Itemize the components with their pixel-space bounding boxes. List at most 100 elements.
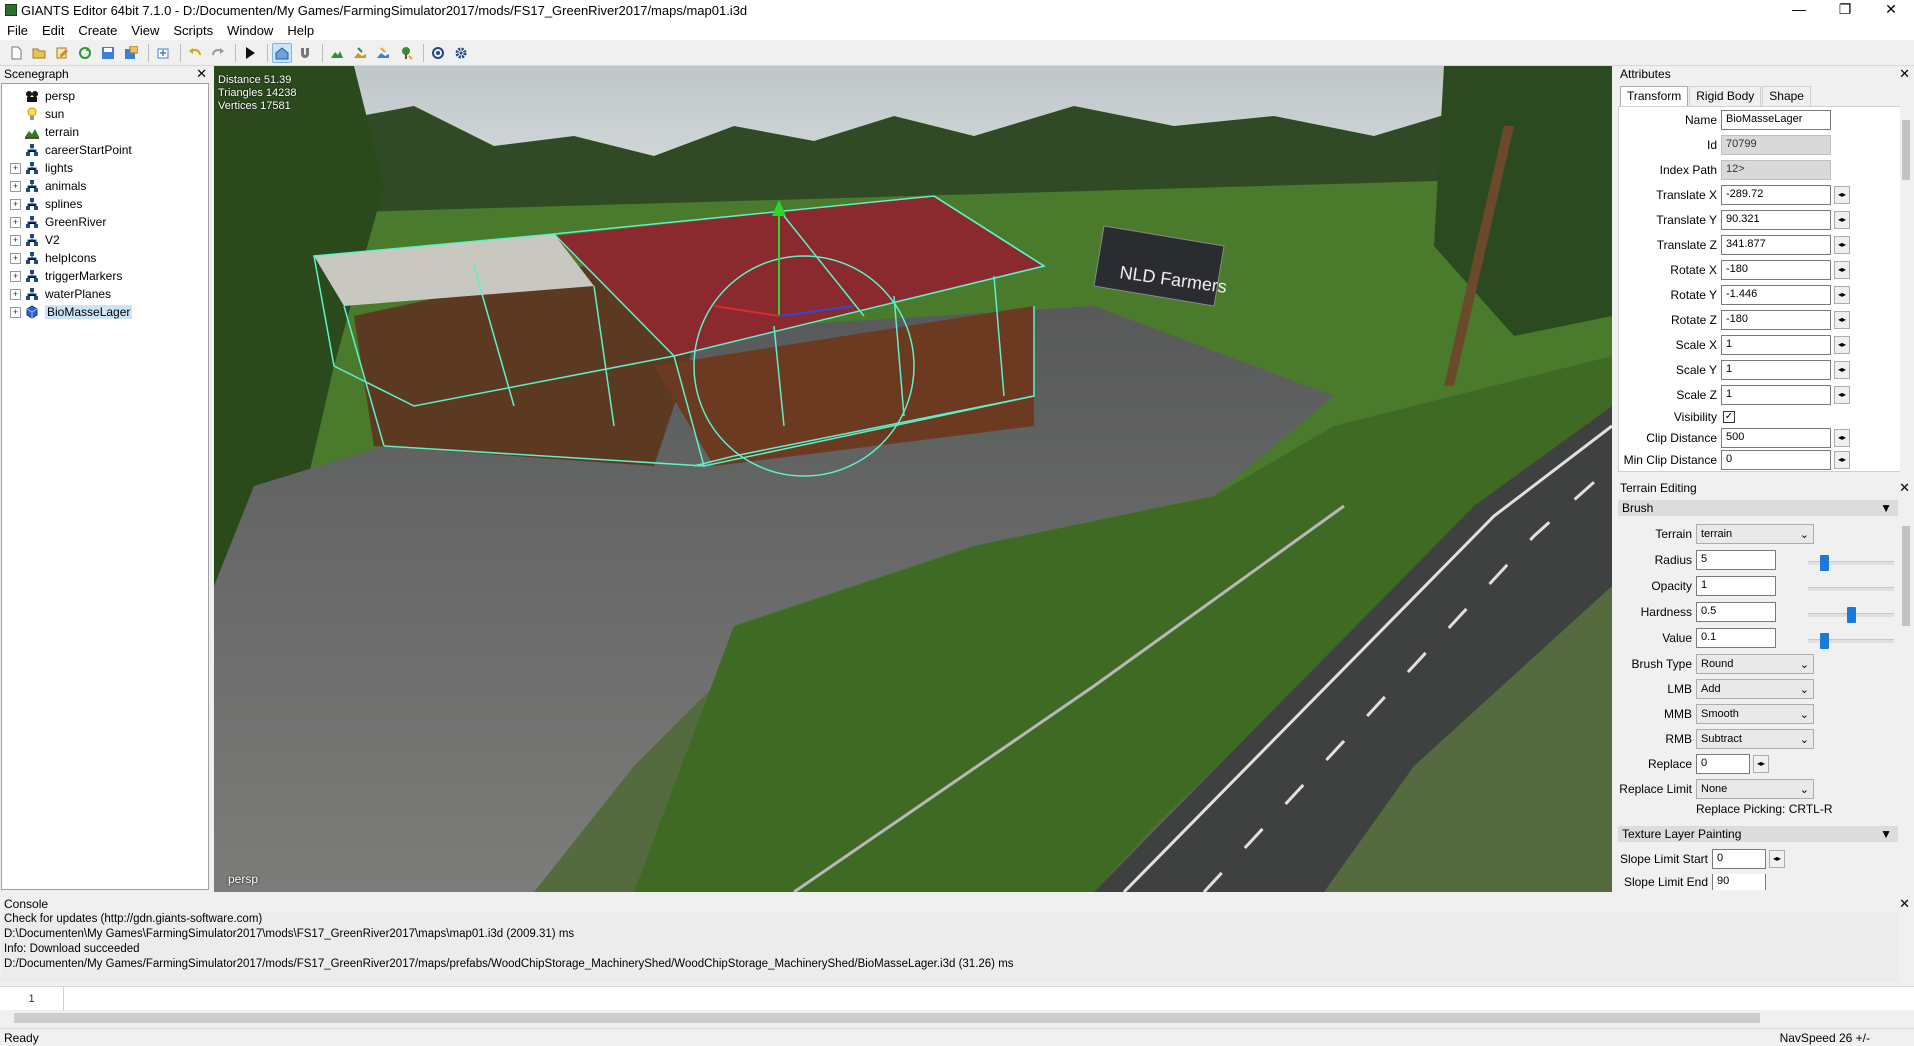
slope-limit-start-spinner[interactable]: ◂▸ [1769,850,1785,868]
menu-edit[interactable]: Edit [35,23,71,38]
translate-z-spinner[interactable]: ◂▸ [1834,236,1850,254]
translate-x-field[interactable]: -289.72 [1721,185,1831,205]
texture-section-header[interactable]: Texture Layer Painting ▼ [1618,826,1898,842]
expand-icon[interactable]: + [10,180,21,192]
value-field[interactable]: 0.1 [1696,628,1776,648]
rotate-x-spinner[interactable]: ◂▸ [1834,261,1850,279]
terrain-editing-close-button[interactable]: ✕ [1899,481,1910,494]
mmb-select[interactable]: Smooth ⌄ [1696,704,1814,724]
menu-file[interactable]: File [0,23,35,38]
expand-icon[interactable]: + [10,162,21,174]
scale-x-spinner[interactable]: ◂▸ [1834,336,1850,354]
menu-view[interactable]: View [124,23,166,38]
expand-icon[interactable]: + [10,270,21,282]
save-button[interactable] [98,43,118,63]
move-mode-button[interactable] [295,43,315,63]
visibility-checkbox[interactable]: ✓ [1723,411,1735,423]
save-as-button[interactable] [121,43,141,63]
new-file-button[interactable] [6,43,26,63]
tree-item-persp[interactable]: persp [10,87,75,105]
tab-shape[interactable]: Shape [1762,86,1811,106]
expand-icon[interactable]: + [10,234,21,246]
translate-y-field[interactable]: 90.321 [1721,210,1831,230]
radius-slider-handle[interactable] [1820,555,1829,571]
radius-field[interactable]: 5 [1696,550,1776,570]
slope-limit-end-field[interactable]: 90 [1712,874,1766,890]
console-scroll-thumb[interactable] [14,1013,1760,1023]
opacity-field[interactable]: 1 [1696,576,1776,596]
menu-help[interactable]: Help [280,23,321,38]
menu-scripts[interactable]: Scripts [166,23,220,38]
name-field[interactable]: BioMasseLager [1721,110,1831,130]
tree-item-helpicons[interactable]: + helpIcons [10,249,96,267]
terrain-scroll-thumb[interactable] [1902,526,1910,626]
edit-file-button[interactable] [52,43,72,63]
translate-x-spinner[interactable]: ◂▸ [1834,186,1850,204]
minimize-button[interactable]: — [1776,0,1822,20]
value-slider-handle[interactable] [1820,633,1829,649]
tree-item-splines[interactable]: + splines [10,195,82,213]
redo-button[interactable] [208,43,228,63]
tree-item-lights[interactable]: + lights [10,159,73,177]
expand-icon[interactable]: + [10,306,21,318]
translate-z-field[interactable]: 341.877 [1721,235,1831,255]
menu-window[interactable]: Window [220,23,280,38]
tree-item-sun[interactable]: sun [10,105,64,123]
scale-z-spinner[interactable]: ◂▸ [1834,386,1850,404]
close-button[interactable]: ✕ [1868,0,1914,20]
terrain-sculpt-button[interactable] [327,43,347,63]
hardness-field[interactable]: 0.5 [1696,602,1776,622]
rotate-y-spinner[interactable]: ◂▸ [1834,286,1850,304]
min-clip-distance-field[interactable]: 0 [1721,450,1831,470]
slope-limit-start-field[interactable]: 0 [1712,849,1766,869]
replace-spinner[interactable]: ◂▸ [1753,755,1769,773]
radius-slider[interactable] [1808,555,1894,571]
refresh-button[interactable] [75,43,95,63]
opacity-slider[interactable] [1808,587,1894,591]
settings-button[interactable] [451,43,471,63]
expand-icon[interactable]: + [10,216,21,228]
navigate-button[interactable] [428,43,448,63]
replace-field[interactable]: 0 [1696,754,1750,774]
scenegraph-tree[interactable]: persp sun terrain careerStartPoint + lig… [1,83,209,890]
scale-y-spinner[interactable]: ◂▸ [1834,361,1850,379]
tree-item-animals[interactable]: + animals [10,177,86,195]
hardness-slider[interactable] [1808,607,1894,623]
expand-icon[interactable]: + [10,252,21,264]
min-clip-distance-spinner[interactable]: ◂▸ [1834,451,1850,469]
clip-distance-spinner[interactable]: ◂▸ [1834,429,1850,447]
tree-item-triggermarkers[interactable]: + triggerMarkers [10,267,122,285]
attributes-scroll-thumb[interactable] [1902,120,1910,180]
value-slider[interactable] [1808,633,1894,649]
undo-button[interactable] [185,43,205,63]
terrain-editing-scrollbar[interactable] [1900,516,1912,888]
scale-x-field[interactable]: 1 [1721,335,1831,355]
menu-create[interactable]: Create [71,23,124,38]
tree-item-terrain[interactable]: terrain [10,123,79,141]
tab-rigid-body[interactable]: Rigid Body [1689,86,1762,106]
hardness-slider-handle[interactable] [1847,607,1856,623]
scenegraph-close-button[interactable]: ✕ [196,67,207,80]
rotate-x-field[interactable]: -180 [1721,260,1831,280]
tab-transform[interactable]: Transform [1620,86,1689,106]
export-button[interactable] [153,43,173,63]
terrain-paint-button[interactable] [350,43,370,63]
tree-item-v2[interactable]: + V2 [10,231,60,249]
open-file-button[interactable] [29,43,49,63]
console-input[interactable]: 1 [0,986,1914,1011]
console-close-button[interactable]: ✕ [1899,897,1910,910]
rotate-z-field[interactable]: -180 [1721,310,1831,330]
rotate-z-spinner[interactable]: ◂▸ [1834,311,1850,329]
tree-item-greenriver[interactable]: + GreenRiver [10,213,106,231]
scale-z-field[interactable]: 1 [1721,385,1831,405]
expand-icon[interactable]: + [10,198,21,210]
foliage-paint-button[interactable] [373,43,393,63]
tree-item-waterplanes[interactable]: + waterPlanes [10,285,111,303]
terrain-select[interactable]: terrain ⌄ [1696,524,1814,544]
play-button[interactable] [240,43,260,63]
maximize-button[interactable]: ❐ [1822,0,1868,20]
rotate-y-field[interactable]: -1.446 [1721,285,1831,305]
lmb-select[interactable]: Add ⌄ [1696,679,1814,699]
3d-viewport[interactable]: NLD Farmers Distance 51.39 Triangles 142… [214,66,1612,892]
brush-type-select[interactable]: Round ⌄ [1696,654,1814,674]
